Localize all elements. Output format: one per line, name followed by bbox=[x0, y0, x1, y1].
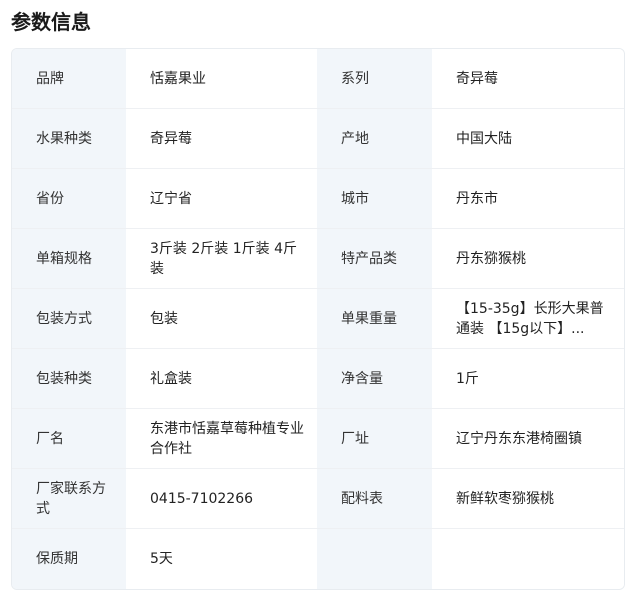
spec-value: 0415-7102266 bbox=[126, 469, 317, 529]
spec-value: 奇异莓 bbox=[126, 109, 317, 169]
spec-label-empty bbox=[317, 529, 432, 589]
spec-label: 产地 bbox=[317, 109, 432, 169]
spec-value: 丹东猕猴桃 bbox=[432, 229, 624, 289]
spec-value: 辽宁省 bbox=[126, 169, 317, 229]
spec-label: 包装种类 bbox=[12, 349, 126, 409]
spec-row: 省份 辽宁省 城市 丹东市 bbox=[12, 169, 624, 229]
spec-table: 品牌 恬嘉果业 系列 奇异莓 水果种类 奇异莓 产地 中国大陆 省份 辽宁省 城… bbox=[11, 48, 625, 590]
spec-value: 礼盒装 bbox=[126, 349, 317, 409]
spec-label: 厂址 bbox=[317, 409, 432, 469]
spec-label-text: 厂家联系方式 bbox=[36, 480, 106, 517]
spec-value-text: 【15-35g】长形大果普通装 【15g以下】... bbox=[456, 300, 604, 337]
spec-row: 厂名 东港市恬嘉草莓种植专业 合作社 厂址 辽宁丹东东港椅圈镇 bbox=[12, 409, 624, 469]
spec-label: 配料表 bbox=[317, 469, 432, 529]
spec-label: 水果种类 bbox=[12, 109, 126, 169]
spec-label: 净含量 bbox=[317, 349, 432, 409]
spec-row: 单箱规格 3斤装 2斤装 1斤装 4斤装 特产品类 丹东猕猴桃 bbox=[12, 229, 624, 289]
spec-value: 东港市恬嘉草莓种植专业 合作社 bbox=[126, 409, 317, 469]
section-title: 参数信息 bbox=[11, 10, 91, 34]
spec-label: 厂名 bbox=[12, 409, 126, 469]
spec-value: 辽宁丹东东港椅圈镇 bbox=[432, 409, 624, 469]
spec-label: 品牌 bbox=[12, 49, 126, 109]
spec-value-text: 东港市恬嘉草莓种植专业 合作社 bbox=[150, 420, 304, 457]
spec-value: 1斤 bbox=[432, 349, 624, 409]
spec-value: 奇异莓 bbox=[432, 49, 624, 109]
spec-label: 城市 bbox=[317, 169, 432, 229]
spec-value: 丹东市 bbox=[432, 169, 624, 229]
spec-label: 包装方式 bbox=[12, 289, 126, 349]
spec-value: 【15-35g】长形大果普通装 【15g以下】... bbox=[432, 289, 624, 349]
spec-value: 5天 bbox=[126, 529, 317, 589]
spec-row: 品牌 恬嘉果业 系列 奇异莓 bbox=[12, 49, 624, 109]
spec-row: 保质期 5天 bbox=[12, 529, 624, 589]
spec-value-text: 3斤装 2斤装 1斤装 4斤装 bbox=[150, 240, 297, 277]
spec-label: 系列 bbox=[317, 49, 432, 109]
spec-value: 3斤装 2斤装 1斤装 4斤装 bbox=[126, 229, 317, 289]
spec-row: 包装种类 礼盒装 净含量 1斤 bbox=[12, 349, 624, 409]
spec-row: 水果种类 奇异莓 产地 中国大陆 bbox=[12, 109, 624, 169]
spec-value: 恬嘉果业 bbox=[126, 49, 317, 109]
spec-row: 包装方式 包装 单果重量 【15-35g】长形大果普通装 【15g以下】... bbox=[12, 289, 624, 349]
spec-label: 单果重量 bbox=[317, 289, 432, 349]
spec-row: 厂家联系方式 0415-7102266 配料表 新鲜软枣猕猴桃 bbox=[12, 469, 624, 529]
spec-value: 包装 bbox=[126, 289, 317, 349]
spec-label: 厂家联系方式 bbox=[12, 469, 126, 529]
spec-value: 中国大陆 bbox=[432, 109, 624, 169]
spec-value-empty bbox=[432, 529, 624, 589]
spec-label: 省份 bbox=[12, 169, 126, 229]
spec-value: 新鲜软枣猕猴桃 bbox=[432, 469, 624, 529]
spec-label: 特产品类 bbox=[317, 229, 432, 289]
spec-label: 单箱规格 bbox=[12, 229, 126, 289]
spec-label: 保质期 bbox=[12, 529, 126, 589]
